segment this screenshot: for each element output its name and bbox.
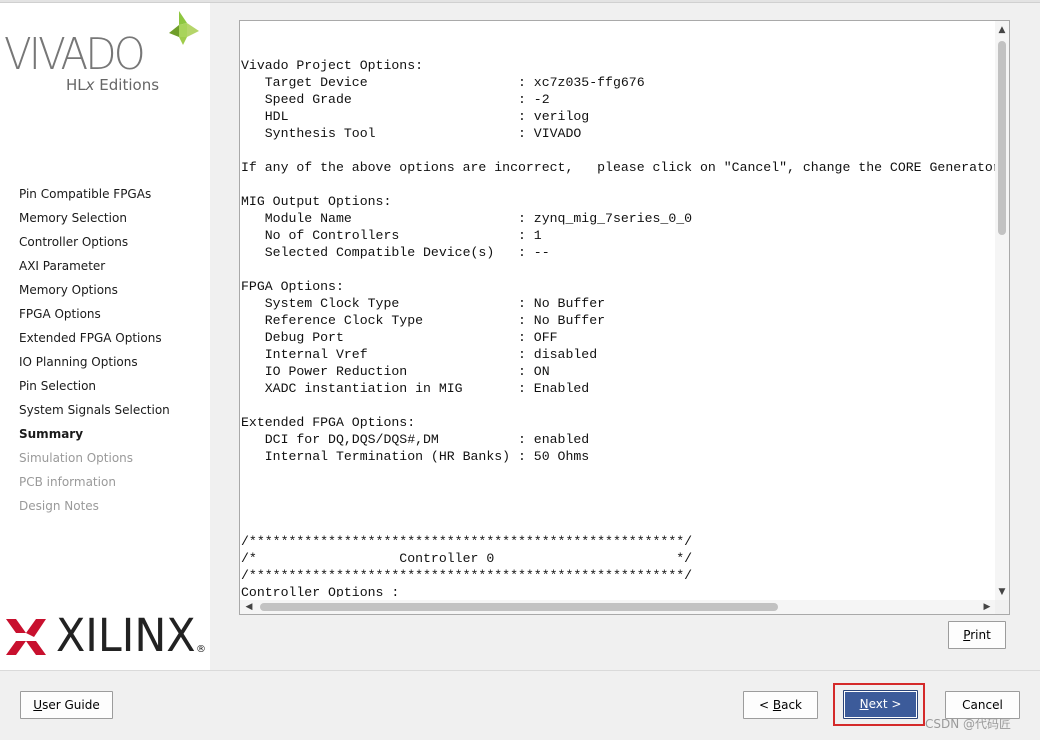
- back-button[interactable]: < Back: [743, 691, 818, 719]
- vivado-logo: VIVADO HLx Editions: [4, 7, 209, 97]
- horizontal-scrollbar[interactable]: ◀ ▶: [240, 600, 996, 614]
- vertical-scrollbar[interactable]: ▲ ▼: [995, 21, 1009, 601]
- sidebar-item-axi-parameter[interactable]: AXI Parameter: [19, 254, 170, 278]
- scroll-right-arrow-icon[interactable]: ▶: [980, 600, 994, 614]
- scroll-left-arrow-icon[interactable]: ◀: [242, 600, 256, 614]
- horizontal-scroll-thumb[interactable]: [260, 603, 778, 611]
- sidebar-item-system-signals-selection[interactable]: System Signals Selection: [19, 398, 170, 422]
- sidebar: VIVADO HLx Editions Pin Compatible FPGAs…: [0, 3, 210, 670]
- sidebar-item-extended-fpga-options[interactable]: Extended FPGA Options: [19, 326, 170, 350]
- sidebar-item-simulation-options: Simulation Options: [19, 451, 134, 465]
- vivado-leaf-icon: [169, 11, 199, 45]
- sidebar-item-io-planning-options[interactable]: IO Planning Options: [19, 350, 170, 374]
- scroll-up-arrow-icon[interactable]: ▲: [995, 23, 1009, 37]
- scroll-down-arrow-icon[interactable]: ▼: [995, 585, 1009, 599]
- xilinx-x-icon: [6, 619, 46, 655]
- sidebar-item-summary[interactable]: Summary: [19, 422, 170, 446]
- hlx-editions-label: HLx Editions: [66, 76, 160, 94]
- vivado-wordmark: VIVADO: [4, 29, 146, 80]
- summary-report-text: Vivado Project Options: Target Device : …: [241, 58, 997, 597]
- xilinx-logo: XILINX ®: [4, 609, 209, 662]
- wizard-step-list: Pin Compatible FPGAs Memory Selection Cont…: [19, 182, 170, 518]
- sidebar-item-memory-options[interactable]: Memory Options: [19, 278, 170, 302]
- sidebar-item-pcb-information: PCB information: [19, 475, 116, 489]
- sidebar-item-design-notes: Design Notes: [19, 499, 99, 513]
- xilinx-wordmark: XILINX: [56, 609, 196, 662]
- registered-mark: ®: [196, 644, 206, 655]
- vertical-scroll-thumb[interactable]: [998, 41, 1006, 235]
- sidebar-item-fpga-options[interactable]: FPGA Options: [19, 302, 170, 326]
- summary-report: Vivado Project Options: Target Device : …: [241, 57, 997, 597]
- watermark: CSDN @代码匠: [925, 717, 1012, 731]
- footer-divider: [0, 670, 1040, 671]
- sidebar-item-pin-selection[interactable]: Pin Selection: [19, 374, 170, 398]
- sidebar-item-memory-selection[interactable]: Memory Selection: [19, 206, 170, 230]
- scrollbar-corner: [995, 600, 1009, 614]
- print-button[interactable]: Print: [948, 621, 1006, 649]
- summary-text-area[interactable]: Vivado Project Options: Target Device : …: [239, 20, 1010, 615]
- sidebar-item-controller-options[interactable]: Controller Options: [19, 230, 170, 254]
- sidebar-item-pin-compatible-fpgas[interactable]: Pin Compatible FPGAs: [19, 182, 170, 206]
- next-button[interactable]: Next >: [843, 690, 918, 719]
- user-guide-button[interactable]: User Guide: [20, 691, 113, 719]
